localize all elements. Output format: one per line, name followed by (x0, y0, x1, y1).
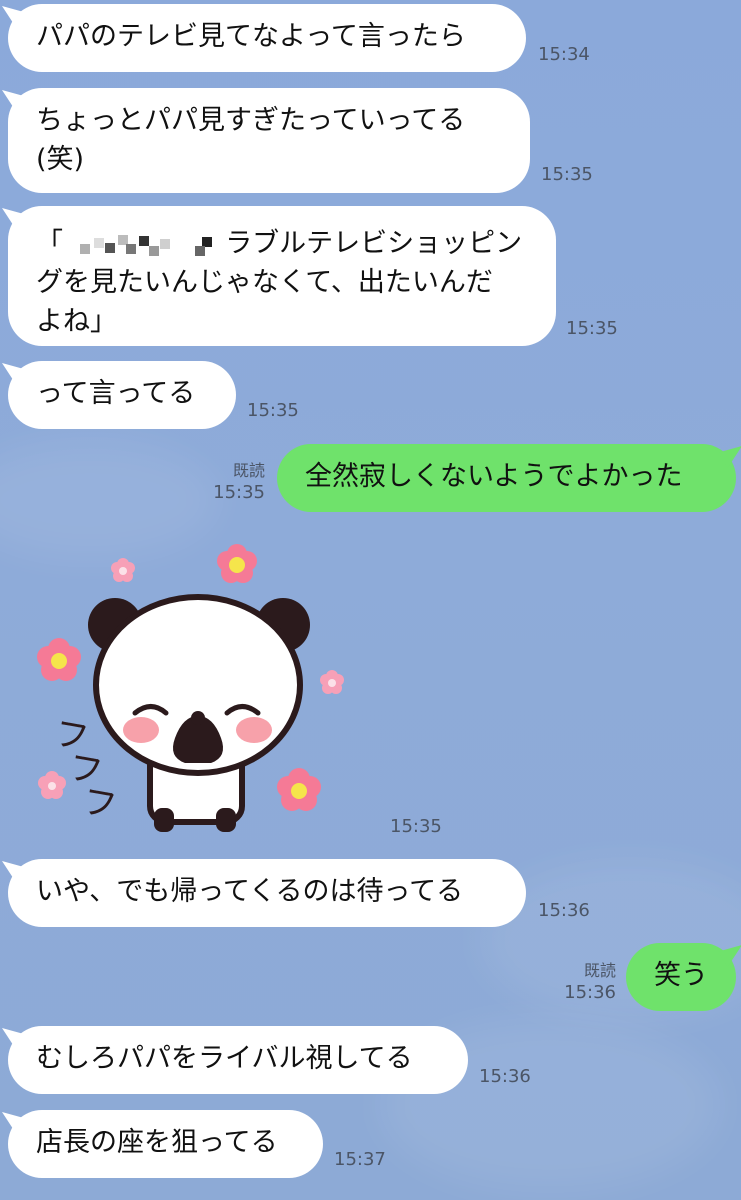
message-time: 15:35 (566, 318, 618, 339)
message-text-line: ちょっとパパ見すぎたっていってる (36, 105, 466, 136)
message-text-line: グを見たいんじゃなくて、出たいんだ (36, 267, 493, 298)
flower-icon (217, 544, 257, 583)
panda-sticker-graphic: フ フ フ (37, 544, 344, 832)
message-text: 笑う (654, 960, 708, 991)
message-bubble-incoming[interactable]: ちょっとパパ見すぎたっていってる (笑) (8, 88, 530, 193)
message-text-segment: ラブルテレビショッピン (225, 228, 523, 259)
flower-icon (320, 670, 344, 694)
message-text: いや、でも帰ってくるのは待ってる (36, 876, 464, 907)
message-time: 15:37 (334, 1149, 386, 1170)
message-text: 全然寂しくないようでよかった (305, 461, 683, 492)
message-bubble-incoming[interactable]: 「 ラブルテレビショッピン グを見たいんじゃなくて、出たいんだ よね」 (8, 206, 556, 346)
quote-prefix: 「 (36, 228, 63, 259)
flower-icon (37, 638, 81, 681)
flower-icon (277, 768, 321, 811)
flower-icon (111, 558, 135, 582)
message-time: 15:35 (247, 400, 299, 421)
message-text: パパのテレビ見てなよって言ったら (36, 21, 466, 52)
message-text: むしろパパをライバル視してる (36, 1043, 413, 1074)
panda-sticker[interactable]: フ フ フ (25, 540, 365, 850)
pixelated-text-redaction (72, 231, 217, 259)
message-time: 15:35 (390, 816, 442, 837)
sticker-text-char: フ (79, 781, 119, 826)
message-text: って言ってる (36, 378, 196, 409)
message-bubble-outgoing[interactable]: 笑う (626, 943, 736, 1011)
message-bubble-incoming[interactable]: むしろパパをライバル視してる (8, 1026, 468, 1094)
message-bubble-incoming[interactable]: って言ってる (8, 361, 236, 429)
message-bubble-incoming[interactable]: 店長の座を狙ってる (8, 1110, 323, 1178)
read-status: 既読 15:36 (556, 961, 616, 1003)
message-bubble-incoming[interactable]: パパのテレビ見てなよって言ったら (8, 4, 526, 72)
chat-view: パパのテレビ見てなよって言ったら 15:34 ちょっとパパ見すぎたっていってる … (0, 0, 741, 1200)
message-time: 15:35 (213, 482, 265, 503)
message-text: 店長の座を狙ってる (36, 1127, 278, 1158)
message-time: 15:36 (479, 1066, 531, 1087)
message-bubble-outgoing[interactable]: 全然寂しくないようでよかった (277, 444, 736, 512)
message-text-line: 「 ラブルテレビショッピン (36, 224, 528, 263)
read-label: 既読 (583, 961, 616, 980)
message-time: 15:34 (538, 44, 590, 65)
message-text-line: (笑) (36, 144, 85, 175)
message-time: 15:36 (564, 982, 616, 1003)
flower-icon (38, 771, 66, 799)
message-text-line: よね」 (36, 306, 117, 337)
message-time: 15:36 (538, 900, 590, 921)
message-bubble-incoming[interactable]: いや、でも帰ってくるのは待ってる (8, 859, 526, 927)
read-label: 既読 (232, 461, 265, 480)
message-time: 15:35 (541, 164, 593, 185)
read-status: 既読 15:35 (205, 461, 265, 503)
